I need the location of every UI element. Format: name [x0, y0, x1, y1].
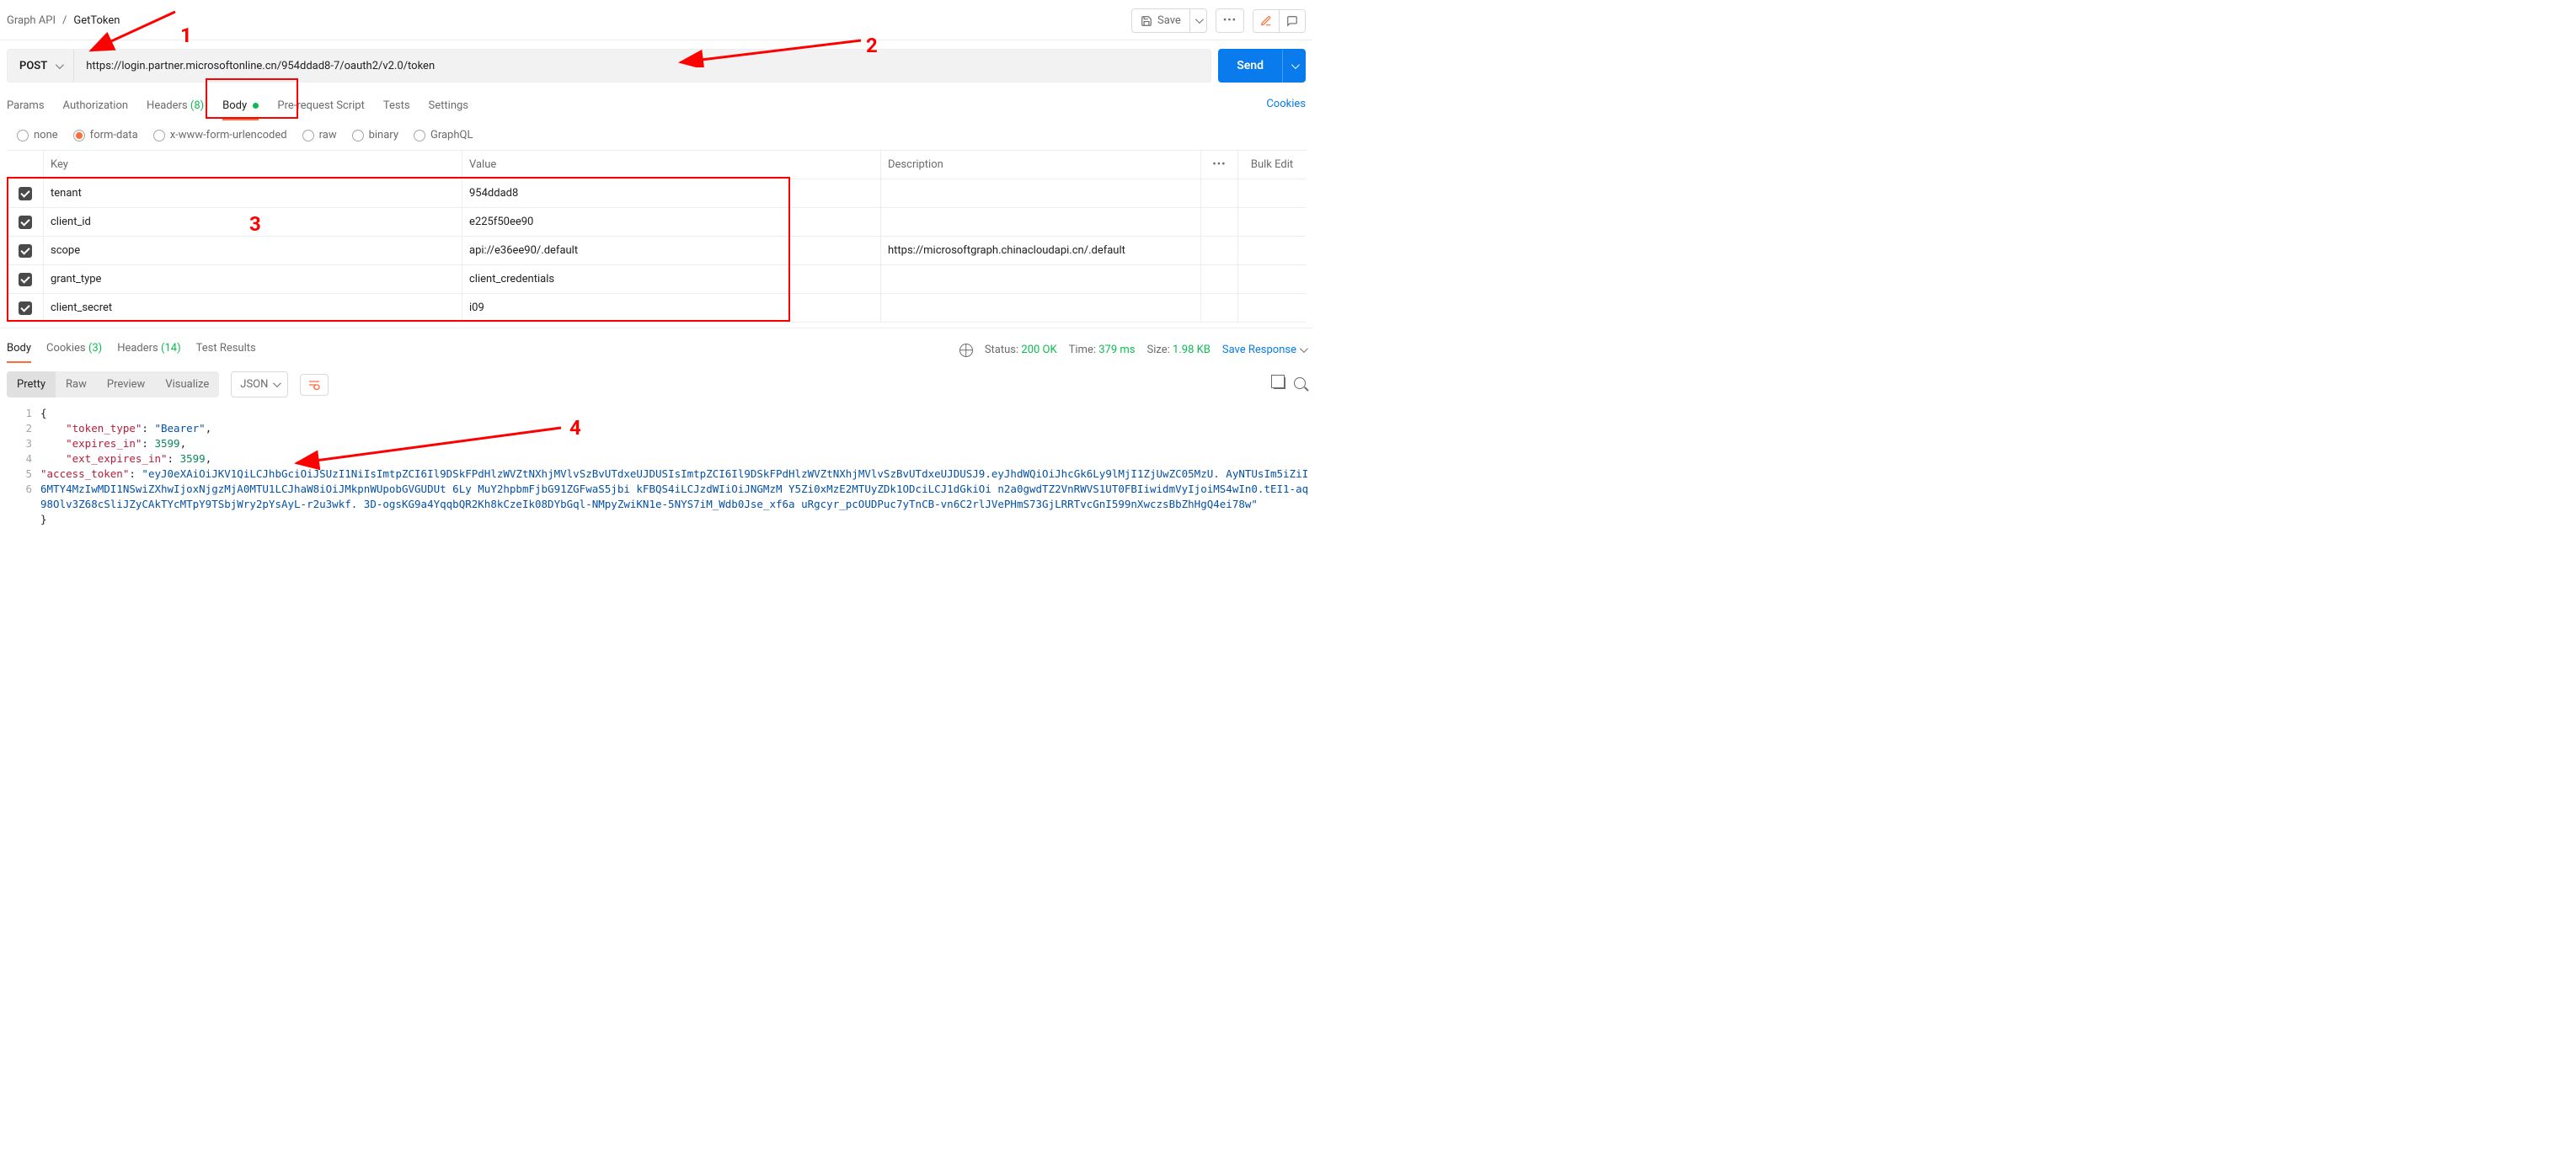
viewer-pretty[interactable]: Pretty: [7, 371, 56, 397]
row-checkbox[interactable]: [19, 301, 32, 315]
row-key[interactable]: grant_type: [44, 265, 462, 293]
chevron-down-icon: [1300, 344, 1306, 356]
body-modified-indicator: [253, 103, 259, 109]
tab-headers[interactable]: Headers (8): [147, 94, 204, 120]
send-dropdown-icon[interactable]: [1282, 50, 1306, 83]
row-description[interactable]: [881, 294, 1201, 322]
response-size: 1.98 KB: [1173, 344, 1211, 356]
tab-settings[interactable]: Settings: [429, 94, 468, 120]
response-time: 379 ms: [1098, 344, 1135, 356]
row-description[interactable]: [881, 208, 1201, 236]
copy-icon[interactable]: [1274, 377, 1285, 392]
save-button[interactable]: Save: [1131, 8, 1190, 33]
row-value[interactable]: e225f50 ee90: [462, 208, 881, 236]
breadcrumb-folder[interactable]: Graph API: [7, 14, 56, 27]
response-tab-headers[interactable]: Headers (14): [117, 337, 180, 363]
network-icon[interactable]: [959, 344, 973, 357]
request-url-input[interactable]: https://login.partner.microsoftonline.cn…: [74, 50, 1211, 82]
comment-icon[interactable]: [1279, 10, 1305, 32]
tab-body[interactable]: Body: [222, 94, 259, 120]
body-type-form-data[interactable]: form-data: [73, 129, 138, 141]
tab-tests[interactable]: Tests: [383, 94, 410, 120]
body-type-graphql[interactable]: GraphQL: [414, 129, 473, 141]
response-tab-tests[interactable]: Test Results: [196, 337, 256, 363]
save-dropdown-icon[interactable]: [1190, 8, 1207, 33]
viewer-preview[interactable]: Preview: [97, 371, 155, 397]
wrap-lines-button[interactable]: [300, 374, 329, 396]
row-key[interactable]: tenant: [44, 179, 462, 207]
row-description[interactable]: [881, 265, 1201, 293]
bulk-edit-button[interactable]: Bulk Edit: [1238, 151, 1306, 179]
save-response-button[interactable]: Save Response: [1222, 344, 1306, 356]
more-options-button[interactable]: •••: [1216, 8, 1244, 33]
search-icon[interactable]: [1294, 377, 1306, 392]
row-checkbox[interactable]: [19, 244, 32, 258]
table-header-value: Value: [462, 151, 881, 179]
row-value[interactable]: client_credentials: [462, 265, 881, 293]
breadcrumb: Graph API / GetToken: [7, 14, 120, 27]
tab-prerequest[interactable]: Pre-request Script: [277, 94, 364, 120]
row-checkbox[interactable]: [19, 216, 32, 229]
edit-icon[interactable]: [1253, 10, 1279, 32]
viewer-raw[interactable]: Raw: [56, 371, 97, 397]
row-description[interactable]: [881, 179, 1201, 207]
table-header-key: Key: [44, 151, 462, 179]
table-row: tenant954ddad8: [7, 179, 1306, 208]
row-value[interactable]: api://e 36ee90/.default: [462, 237, 881, 264]
tab-authorization[interactable]: Authorization: [63, 94, 129, 120]
tab-params[interactable]: Params: [7, 94, 45, 120]
response-tab-body[interactable]: Body: [7, 337, 31, 363]
response-format-select[interactable]: JSON: [231, 371, 288, 397]
chevron-down-icon: [273, 378, 279, 391]
table-row: client_secreti09: [7, 294, 1306, 323]
body-type-none[interactable]: none: [17, 129, 58, 141]
body-type-raw[interactable]: raw: [302, 129, 337, 141]
table-options-button[interactable]: •••: [1201, 151, 1238, 179]
response-status: 200 OK: [1021, 344, 1056, 356]
row-key[interactable]: client_id: [44, 208, 462, 236]
table-row: client_ide225f50 ee90: [7, 208, 1306, 237]
http-method-select[interactable]: POST: [8, 50, 74, 82]
viewer-visualize[interactable]: Visualize: [155, 371, 219, 397]
row-value[interactable]: 954ddad8: [462, 179, 881, 207]
chevron-down-icon: [56, 60, 61, 72]
table-row: scopeapi://e 36ee90/.defaulthttps://micr…: [7, 237, 1306, 265]
cookies-link[interactable]: Cookies: [1266, 89, 1306, 119]
send-button[interactable]: Send: [1218, 49, 1306, 83]
row-key[interactable]: client_secret: [44, 294, 462, 322]
body-type-binary[interactable]: binary: [352, 129, 398, 141]
body-type-urlencoded[interactable]: x-www-form-urlencoded: [153, 129, 287, 141]
row-value[interactable]: i09: [462, 294, 881, 322]
table-header-description: Description: [881, 151, 1201, 179]
row-key[interactable]: scope: [44, 237, 462, 264]
row-checkbox[interactable]: [19, 273, 32, 286]
table-row: grant_typeclient_credentials: [7, 265, 1306, 294]
breadcrumb-request[interactable]: GetToken: [73, 14, 120, 27]
response-tab-cookies[interactable]: Cookies (3): [46, 337, 102, 363]
row-checkbox[interactable]: [19, 187, 32, 200]
row-description[interactable]: https://microsoftgraph.chinacloudapi.cn/…: [881, 237, 1201, 264]
